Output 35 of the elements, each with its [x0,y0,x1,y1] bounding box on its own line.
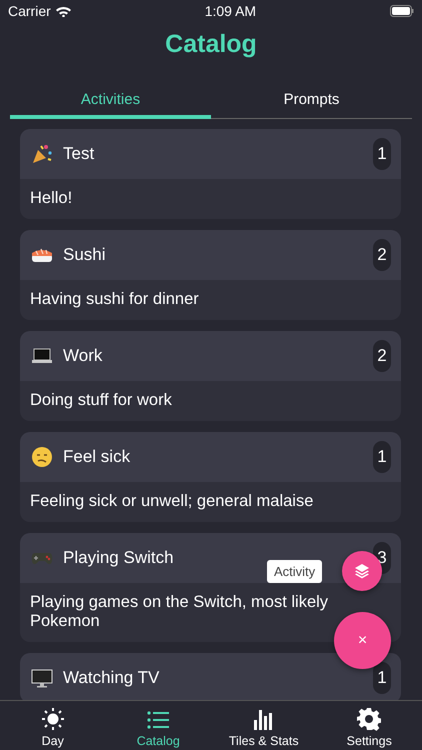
count-badge: 1 [373,441,391,473]
list-icon [146,709,170,731]
nav-tab[interactable]: Day [0,701,106,750]
party-popper-icon [31,143,53,165]
count-badge: 2 [373,340,391,372]
tab[interactable]: Prompts [211,84,412,119]
status-time: 1:09 AM [204,3,256,19]
sick-face-icon [31,446,53,468]
activity-description: Having sushi for dinner [20,280,401,320]
activity-name: Playing Switch [63,548,175,568]
count-badge: 2 [373,239,391,271]
page-title: Catalog [164,30,258,59]
nav-tab[interactable]: Settings [316,701,422,750]
activity-name: Work [63,346,104,366]
settings-icon [357,707,382,731]
activity-name: Sushi [63,245,107,265]
tooltip: Activity [267,560,322,583]
nav-tab[interactable]: Catalog [106,701,211,750]
wifi-icon [56,6,71,16]
bar-chart-icon [252,707,275,731]
activity-name: Watching TV [63,668,160,688]
count-badge: 1 [373,138,391,170]
activity-description: Feeling sick or unwell; general malaise [20,482,401,522]
carrier-label: Carrier [8,3,51,19]
activity-name: Test [63,144,96,164]
sun-icon [40,707,65,731]
activity-name: Feel sick [63,447,132,467]
layers-icon [354,563,370,579]
activity-description: Doing stuff for work [20,381,401,421]
count-badge: 1 [373,662,391,694]
activity-description: Hello! [20,179,401,219]
nav-tab[interactable]: Tiles & Stats [211,701,316,750]
monitor-icon [31,667,53,689]
battery-icon [390,5,414,17]
tab[interactable]: Activities [10,84,211,119]
